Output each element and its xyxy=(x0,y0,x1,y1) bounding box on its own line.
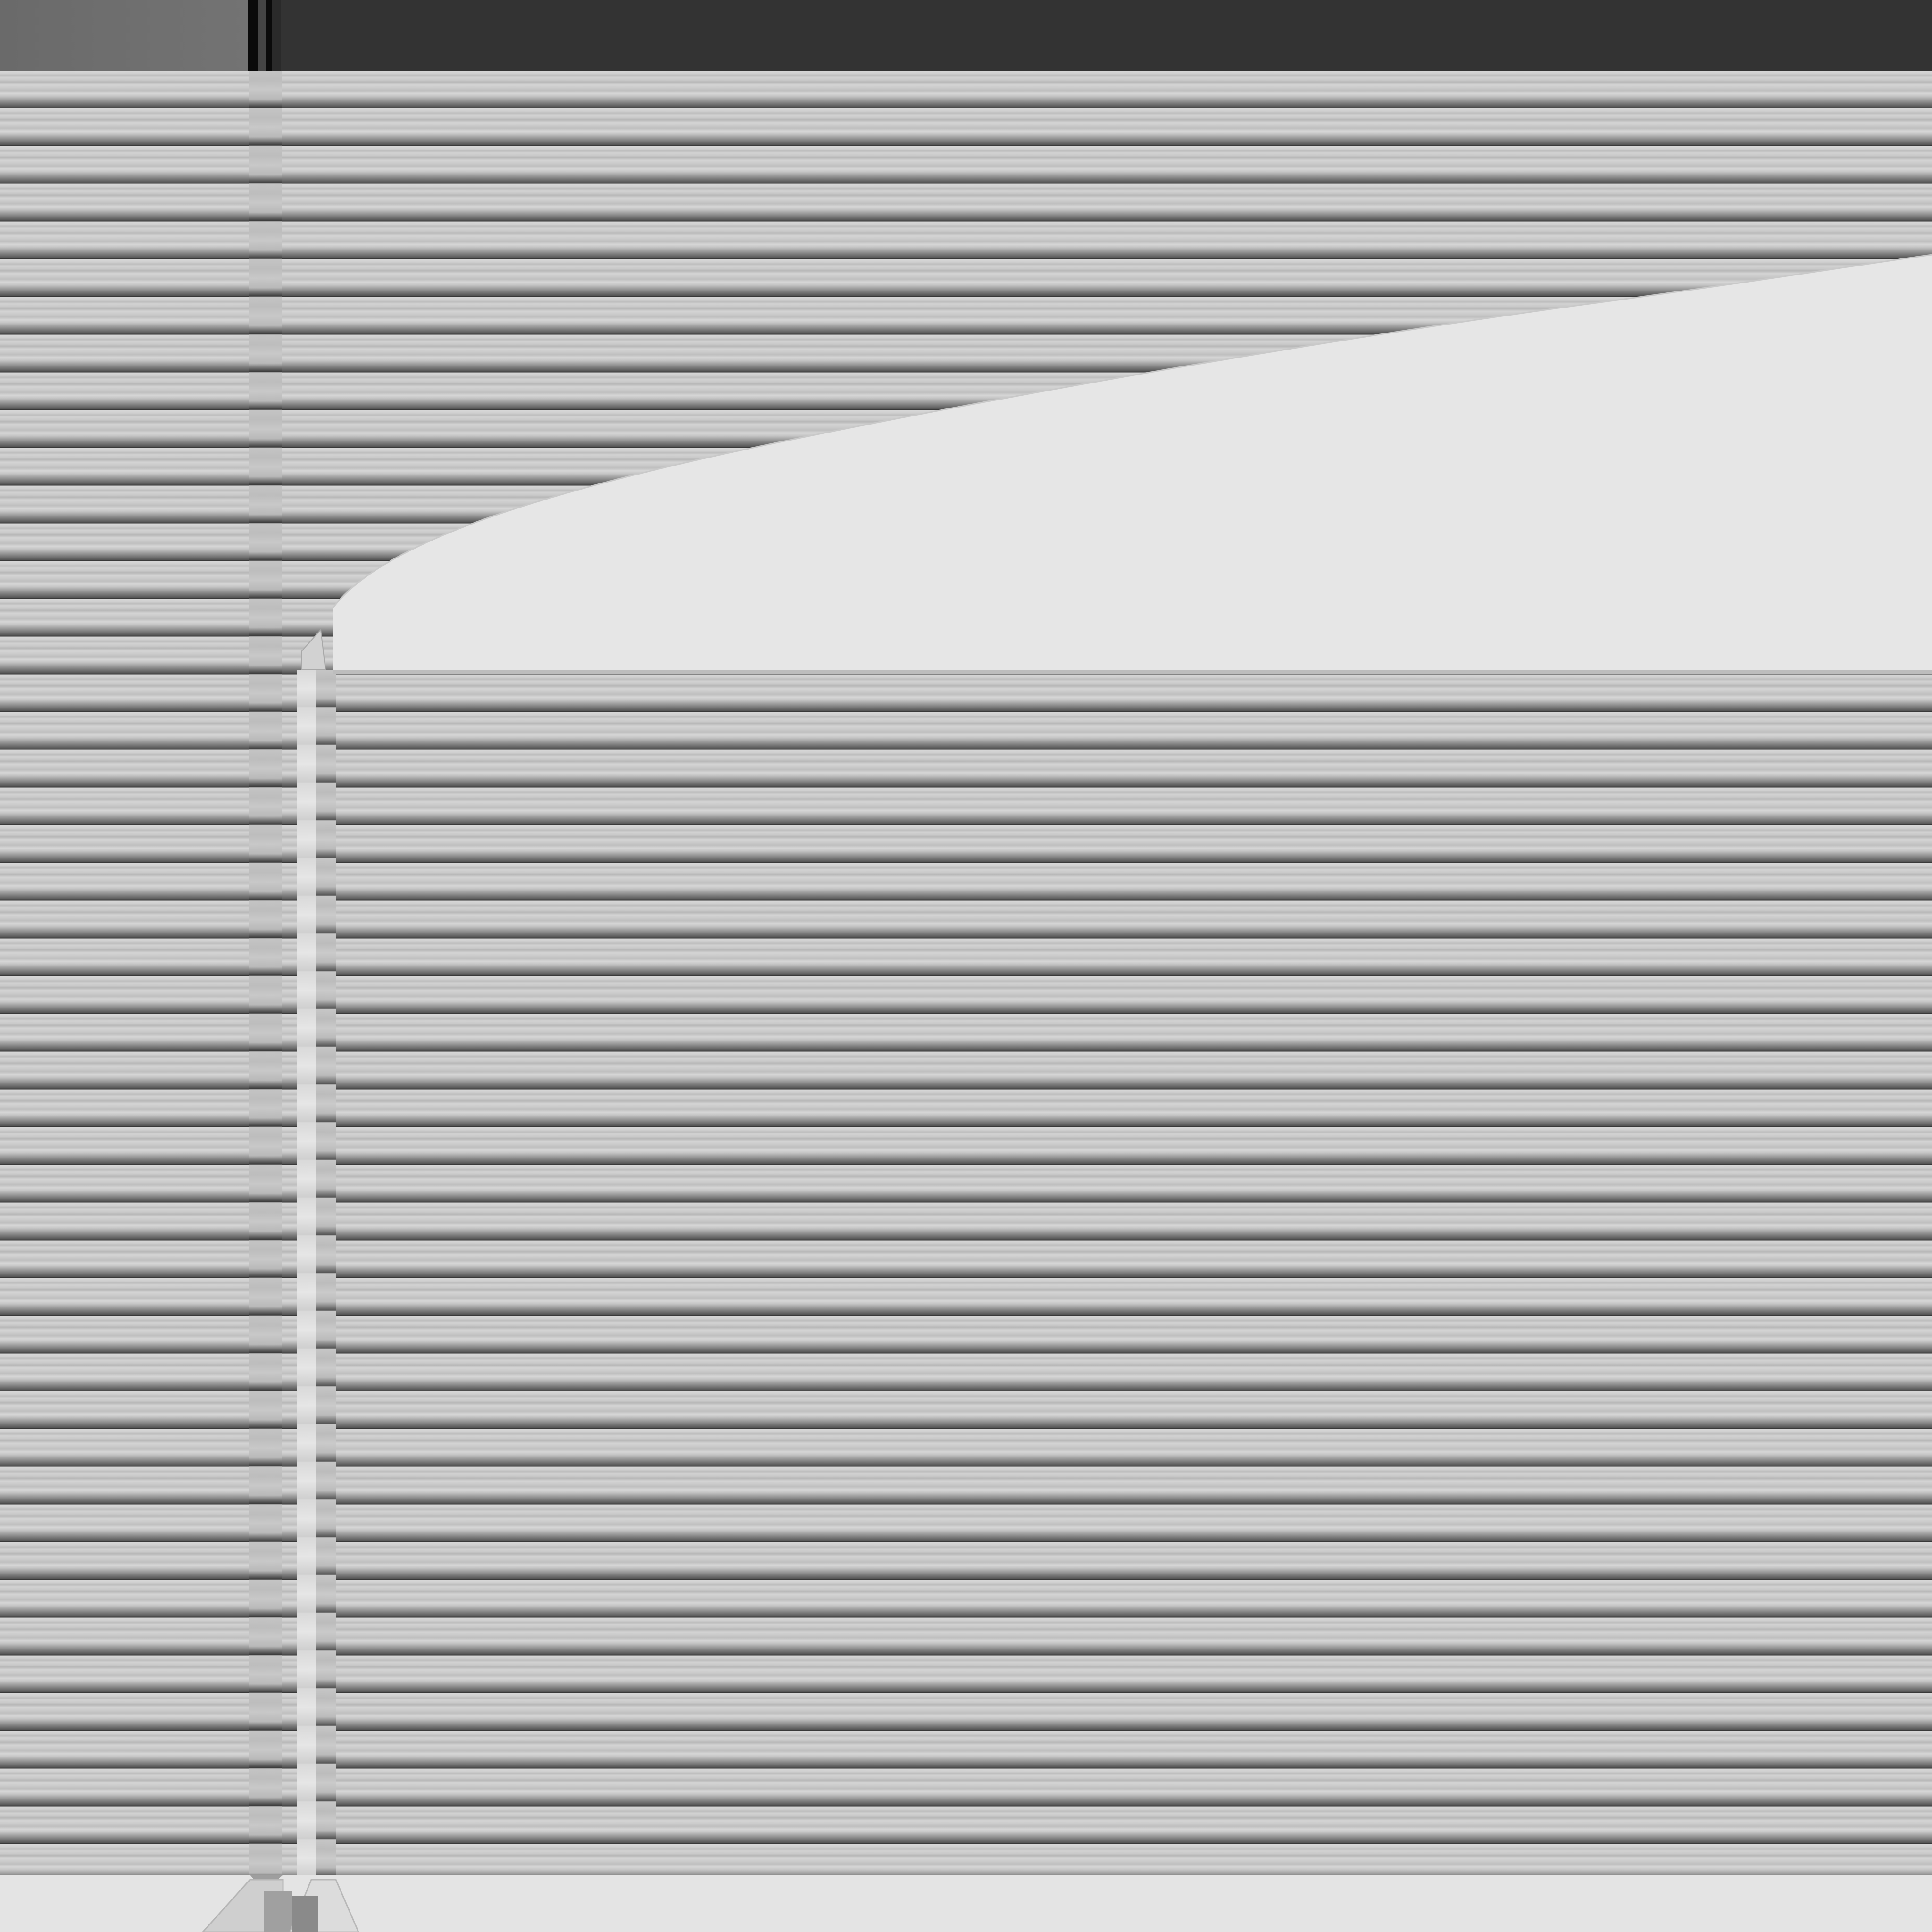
left-funnel-stem xyxy=(264,1891,292,1932)
right-funnel-stem xyxy=(292,1896,318,1932)
footer-overlay xyxy=(201,1875,359,1932)
